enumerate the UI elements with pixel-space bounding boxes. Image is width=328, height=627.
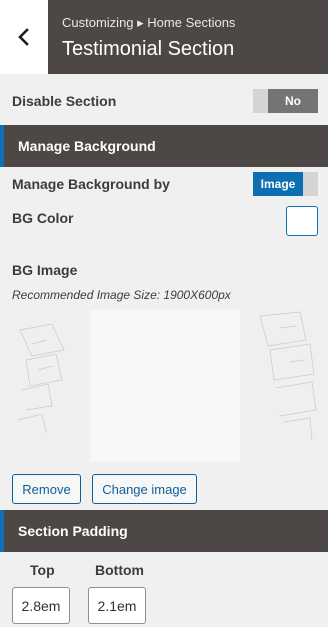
manage-background-by-label: Manage Background by [12, 176, 170, 192]
manage-background-by-toggle[interactable]: Image [253, 172, 318, 196]
bg-image-row: BG Image [12, 262, 318, 278]
breadcrumb: Customizing ▸ Home Sections [62, 15, 236, 30]
toggle-value: No [268, 89, 318, 113]
bg-image-preview [12, 310, 318, 462]
section-padding-heading[interactable]: Section Padding [0, 510, 328, 552]
section-heading-label: Manage Background [18, 138, 156, 154]
bg-image-label: BG Image [12, 262, 78, 278]
section-heading-label: Section Padding [18, 523, 128, 539]
disable-section-toggle[interactable]: No [253, 89, 318, 113]
bg-color-label: BG Color [12, 210, 74, 226]
chevron-left-icon [18, 28, 29, 46]
blueprint-sketch-right [259, 311, 317, 441]
padding-bottom-label: Bottom [95, 562, 144, 578]
disable-section-label: Disable Section [12, 93, 117, 109]
page-title: Testimonial Section [62, 38, 235, 60]
back-button[interactable] [0, 0, 48, 74]
manage-background-by-row: Manage Background by Image [12, 172, 318, 196]
padding-top-input[interactable]: 2.8em [12, 587, 70, 624]
padding-top-label: Top [30, 562, 55, 578]
bg-color-row: BG Color [12, 206, 318, 236]
customizer-header: Customizing ▸ Home Sections Testimonial … [0, 0, 328, 74]
bg-color-swatch[interactable] [286, 206, 318, 236]
disable-section-row: Disable Section No [12, 89, 318, 113]
image-size-hint: Recommended Image Size: 1900X600px [12, 288, 231, 302]
remove-image-button[interactable]: Remove [12, 474, 81, 504]
manage-background-heading[interactable]: Manage Background [0, 125, 328, 167]
toggle-value: Image [253, 172, 303, 196]
blueprint-sketch-left [17, 323, 65, 433]
padding-bottom-input[interactable]: 2.1em [88, 587, 146, 624]
change-image-button[interactable]: Change image [92, 474, 197, 504]
